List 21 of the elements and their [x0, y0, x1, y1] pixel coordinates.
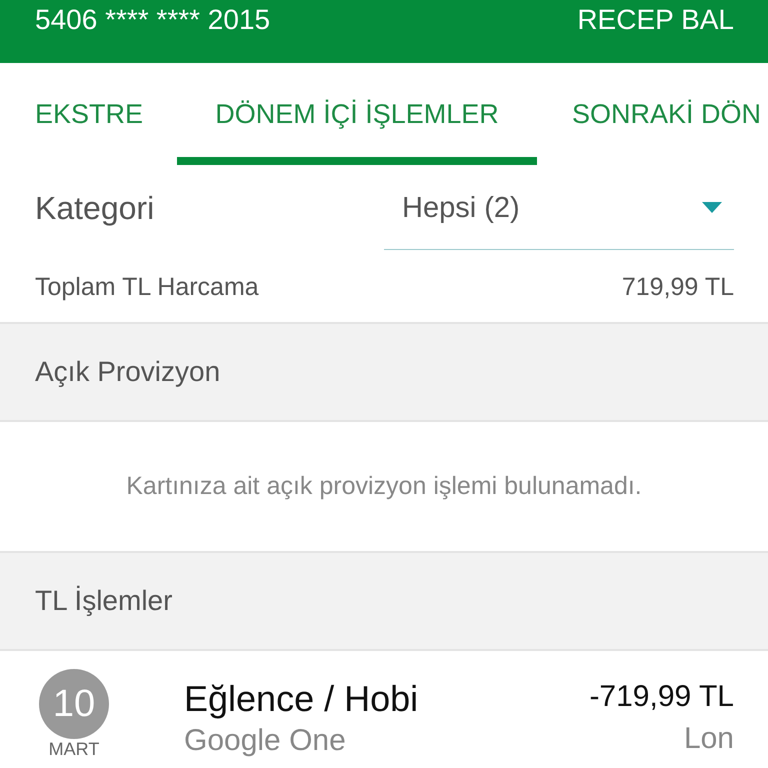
transaction-row[interactable]: 10 MART Eğlence / Hobi Google One -719,99 TL Lon	[0, 651, 768, 767]
dropdown-value: Hepsi (2)	[402, 192, 520, 224]
month-label: MART	[48, 739, 100, 759]
tab[interactable]: EKSTRE	[0, 63, 178, 165]
day-badge: 10	[39, 669, 109, 739]
transaction-amount: -719,99 TL	[589, 679, 734, 715]
card-number: 5406 **** **** 2015	[35, 3, 270, 37]
section-title: Açık Provizyon	[35, 356, 220, 388]
tab[interactable]: SONRAKİ DÖN	[537, 63, 762, 165]
section-title: TL İşlemler	[35, 585, 172, 617]
category-dropdown[interactable]: Hepsi (2)	[384, 168, 734, 250]
empty-message: Kartınıza ait açık provizyon işlemi bulunamadı.	[126, 472, 642, 501]
transaction-category: Eğlence / Hobi	[184, 677, 420, 721]
merchant-name: Google One	[184, 723, 347, 759]
total-label: Toplam TL Harcama	[35, 272, 259, 302]
card-holder-name: RECEP BAL	[577, 3, 734, 37]
filter-label: Kategori	[35, 190, 154, 227]
dropdown-caret-icon	[702, 202, 722, 214]
transaction-location: Lon	[682, 721, 734, 757]
tab[interactable]: DÖNEM İÇİ İŞLEMLER	[177, 63, 538, 165]
total-amount: 719,99 TL	[622, 272, 734, 302]
